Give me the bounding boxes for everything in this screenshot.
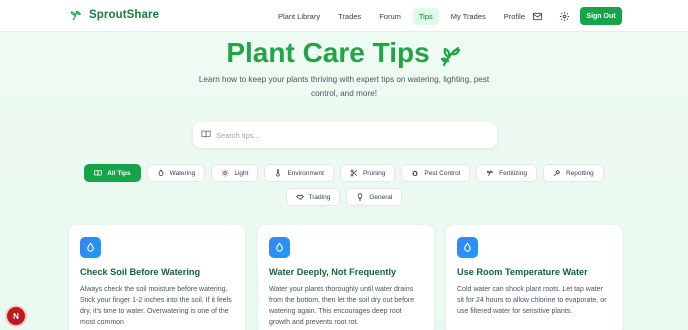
droplet-icon — [80, 237, 101, 258]
brand-name: SproutShare — [89, 9, 160, 21]
filter-pruning[interactable]: Pruning — [339, 164, 396, 182]
sprout-logo-icon — [69, 8, 83, 22]
tip-card-title: Check Soil Before Watering — [80, 267, 201, 277]
thermometer-icon — [276, 169, 281, 177]
top-navbar: SproutShare Plant Library Trades Forum T… — [0, 0, 688, 32]
nav-link-my-trades[interactable]: My Trades — [445, 8, 492, 25]
mail-icon[interactable] — [530, 9, 544, 23]
tip-card[interactable]: Use Room Temperature Water Cold water ca… — [446, 225, 622, 330]
tip-card[interactable]: Check Soil Before Watering Always check … — [69, 225, 245, 330]
filter-label: General — [369, 193, 393, 201]
brand[interactable]: SproutShare — [69, 8, 159, 22]
page-subtitle: Learn how to keep your plants thriving w… — [198, 75, 490, 98]
tip-card-body: Cold water can shock plant roots. Let ta… — [457, 286, 607, 315]
droplet-icon — [457, 237, 478, 258]
filter-pest-control[interactable]: Pest Control — [401, 164, 471, 182]
handshake-icon — [295, 194, 304, 200]
dev-tools-button[interactable]: N — [7, 307, 25, 325]
leaf-icon — [438, 43, 462, 67]
filter-label: Pest Control — [424, 169, 461, 177]
filter-light[interactable]: Light — [211, 164, 259, 182]
filter-label: All Tips — [107, 169, 131, 177]
sun-icon — [222, 169, 229, 177]
filter-label: Light — [234, 169, 249, 177]
nav-link-forum[interactable]: Forum — [373, 8, 407, 25]
filter-watering[interactable]: Watering — [146, 164, 206, 182]
search-input[interactable] — [216, 130, 476, 140]
page-title: Plant Care Tips — [0, 37, 688, 69]
filter-label: Environment — [287, 169, 324, 177]
nav-link-trades[interactable]: Trades — [332, 8, 367, 25]
filter-environment[interactable]: Environment — [264, 164, 334, 182]
filter-fertilizing[interactable]: Fertilizing — [476, 164, 537, 182]
tip-card-title: Use Room Temperature Water — [457, 267, 588, 277]
nav-link-profile[interactable]: Profile — [498, 8, 531, 25]
tip-card-body: Water your plants thoroughly until water… — [269, 286, 415, 326]
filter-trading[interactable]: Trading — [285, 188, 341, 206]
scissors-icon — [350, 169, 357, 177]
lightbulb-icon — [358, 193, 363, 201]
filter-label: Watering — [169, 169, 196, 177]
nav-link-plant-library[interactable]: Plant Library — [272, 8, 326, 25]
search-bar — [193, 122, 497, 148]
filter-all-tips[interactable]: All Tips — [84, 164, 141, 182]
book-icon — [201, 126, 211, 144]
nav-links: Plant Library Trades Forum Tips My Trade… — [272, 8, 537, 25]
tip-card-body: Always check the soil moisture before wa… — [80, 286, 232, 326]
filter-label: Pruning — [362, 169, 386, 177]
page-title-text: Plant Care Tips — [226, 37, 430, 68]
filter-label: Fertilizing — [499, 169, 527, 177]
filter-label: Repotting — [565, 169, 594, 177]
filter-repotting[interactable]: Repotting — [542, 164, 604, 182]
filter-label: Trading — [308, 193, 331, 201]
filter-general[interactable]: General — [346, 188, 403, 206]
sign-out-button[interactable]: Sign Out — [580, 7, 622, 25]
book-icon — [94, 170, 102, 176]
droplet-icon — [269, 237, 290, 258]
tip-card-title: Water Deeply, Not Frequently — [269, 267, 397, 277]
filter-chips: All Tips Watering Light Environment Prun… — [0, 164, 688, 182]
tip-card[interactable]: Water Deeply, Not Frequently Water your … — [258, 225, 434, 330]
sprout-icon — [487, 170, 493, 176]
shovel-icon — [553, 169, 561, 177]
bug-icon — [412, 170, 419, 177]
nav-link-tips[interactable]: Tips — [412, 8, 439, 25]
filter-chips-row-2: Trading General — [0, 188, 688, 206]
droplet-icon — [158, 169, 163, 177]
gear-icon[interactable] — [557, 9, 571, 23]
